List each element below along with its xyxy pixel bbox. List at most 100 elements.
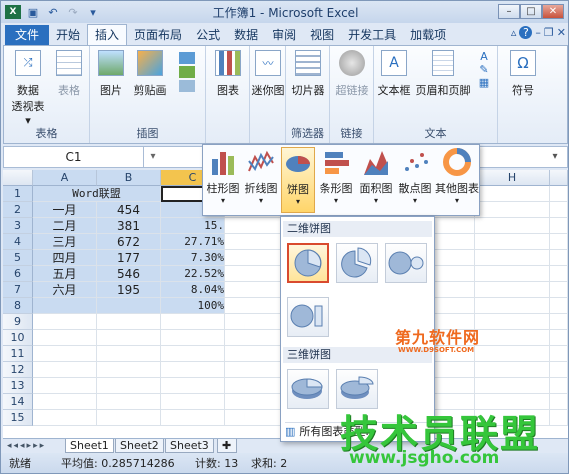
tab-developer[interactable]: 开发工具 — [341, 25, 403, 45]
cell[interactable] — [33, 394, 97, 410]
cell[interactable] — [33, 314, 97, 330]
cell[interactable] — [550, 362, 568, 378]
cell[interactable] — [475, 314, 550, 330]
cell[interactable] — [550, 186, 568, 202]
cell[interactable] — [97, 346, 161, 362]
row-header[interactable]: 4 — [3, 234, 33, 250]
cell[interactable] — [33, 362, 97, 378]
hyperlink-button[interactable]: 超链接 — [334, 50, 370, 98]
cell[interactable] — [550, 234, 568, 250]
tab-formulas[interactable]: 公式 — [189, 25, 227, 45]
cell[interactable] — [33, 410, 97, 426]
minimize-button[interactable]: – — [498, 4, 520, 19]
sheet-nav-arrows-icon[interactable]: ◂◂◂▸▸▸ — [7, 439, 46, 453]
clipart-button[interactable]: 剪贴画 — [130, 50, 170, 98]
value-cell[interactable]: 195 — [97, 282, 161, 298]
pie-of-pie-button[interactable] — [385, 243, 427, 283]
month-cell[interactable]: 四月 — [33, 250, 97, 266]
column-chart-button[interactable]: 柱形图 ▾ — [205, 147, 241, 213]
bar-chart-button[interactable]: 条形图 ▾ — [317, 147, 355, 213]
cell[interactable] — [550, 346, 568, 362]
cell[interactable] — [475, 202, 550, 218]
row-header[interactable]: 2 — [3, 202, 33, 218]
cell[interactable] — [550, 330, 568, 346]
cell[interactable] — [161, 410, 225, 426]
cell[interactable] — [97, 362, 161, 378]
cell[interactable] — [550, 394, 568, 410]
tab-file[interactable]: 文件 — [5, 25, 50, 45]
month-cell[interactable]: 三月 — [33, 234, 97, 250]
percent-cell[interactable]: 22.52% — [161, 266, 225, 282]
tab-home[interactable]: 开始 — [49, 25, 87, 45]
percent-cell[interactable]: 8.04% — [161, 282, 225, 298]
cell[interactable] — [475, 346, 550, 362]
insert-sheet-icon[interactable]: ✚ — [217, 439, 237, 453]
cell[interactable] — [550, 314, 568, 330]
cell[interactable] — [475, 362, 550, 378]
slicer-button[interactable]: 切片器 — [290, 50, 326, 98]
header-footer-button[interactable]: 页眉和页脚 — [414, 50, 472, 98]
cell[interactable] — [550, 266, 568, 282]
row-header[interactable]: 13 — [3, 378, 33, 394]
cell[interactable] — [475, 330, 550, 346]
tab-page-layout[interactable]: 页面布局 — [127, 25, 189, 45]
column-header-h[interactable]: H — [475, 170, 550, 186]
pie-2d-button[interactable] — [287, 243, 329, 283]
month-cell[interactable]: 五月 — [33, 266, 97, 282]
symbol-button[interactable]: Ω 符号 — [506, 50, 540, 98]
row-header[interactable]: 9 — [3, 314, 33, 330]
close-button[interactable]: ✕ — [542, 4, 564, 19]
tab-addins[interactable]: 加载项 — [403, 25, 453, 45]
row-header[interactable]: 15 — [3, 410, 33, 426]
value-cell[interactable]: 546 — [97, 266, 161, 282]
workbook-close-icon[interactable]: ✕ — [557, 26, 566, 39]
cell[interactable] — [33, 298, 97, 314]
textbox-button[interactable]: A 文本框 — [376, 50, 412, 98]
shapes-button[interactable] — [174, 50, 200, 94]
cell[interactable] — [475, 234, 550, 250]
value-cell[interactable]: 381 — [97, 218, 161, 234]
row-header[interactable]: 10 — [3, 330, 33, 346]
cell[interactable] — [97, 394, 161, 410]
name-box[interactable]: C1 — [4, 147, 144, 167]
value-cell[interactable]: 177 — [97, 250, 161, 266]
cell[interactable] — [475, 298, 550, 314]
exploded-pie-button[interactable] — [336, 243, 378, 283]
pivot-table-button[interactable]: ⤮ 数据 透视表 ▾ — [8, 50, 48, 127]
cell[interactable] — [475, 218, 550, 234]
cell[interactable] — [550, 282, 568, 298]
value-cell[interactable]: 672 — [97, 234, 161, 250]
percent-cell[interactable]: 100% — [161, 298, 225, 314]
tab-review[interactable]: 审阅 — [265, 25, 303, 45]
formula-expand-icon[interactable]: ▾ — [544, 147, 566, 167]
cell[interactable] — [161, 330, 225, 346]
tab-insert[interactable]: 插入 — [87, 24, 128, 45]
row-header[interactable]: 14 — [3, 394, 33, 410]
month-cell[interactable]: 六月 — [33, 282, 97, 298]
sheet-tab-sheet2[interactable]: Sheet2 — [115, 439, 164, 453]
row-header[interactable]: 3 — [3, 218, 33, 234]
cell[interactable] — [550, 218, 568, 234]
month-cell[interactable]: 二月 — [33, 218, 97, 234]
row-header[interactable]: 8 — [3, 298, 33, 314]
cell[interactable] — [97, 410, 161, 426]
cell[interactable] — [97, 378, 161, 394]
month-cell[interactable]: 一月 — [33, 202, 97, 218]
other-charts-button[interactable]: 其他图表 ▾ — [435, 147, 479, 213]
cell[interactable] — [550, 250, 568, 266]
percent-cell[interactable]: 15. — [161, 218, 225, 234]
row-header[interactable]: 6 — [3, 266, 33, 282]
column-header-b[interactable]: B — [97, 170, 161, 186]
picture-button[interactable]: 图片 — [96, 50, 126, 98]
percent-cell[interactable]: 7.30% — [161, 250, 225, 266]
cell[interactable] — [550, 298, 568, 314]
cell[interactable] — [475, 266, 550, 282]
tab-data[interactable]: 数据 — [227, 25, 265, 45]
row-header[interactable]: 11 — [3, 346, 33, 362]
sheet-tab-sheet3[interactable]: Sheet3 — [165, 439, 214, 453]
pie-chart-button[interactable]: 饼图 ▾ — [281, 147, 315, 213]
cell[interactable] — [475, 250, 550, 266]
table-button[interactable]: 表格 — [52, 50, 86, 98]
cell[interactable] — [33, 346, 97, 362]
cell[interactable] — [550, 378, 568, 394]
